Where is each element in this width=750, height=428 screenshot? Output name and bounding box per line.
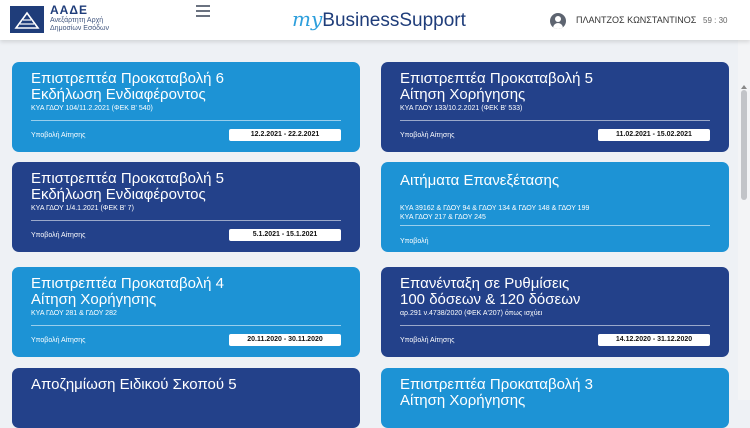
card-law: ΚΥΑ ΓΔΟΥ 281 & ΓΔΟΥ 282 <box>31 310 117 317</box>
card-epistreptea-6-interest[interactable]: Επιστρεπτέα Προκαταβολή 6 Εκδήλωση Ενδια… <box>12 62 360 152</box>
card-title-line1: Επανένταξη σε Ρυθμίσεις <box>400 275 570 292</box>
aade-logo-icon[interactable] <box>10 6 44 33</box>
card-special-purpose-compensation-5[interactable]: Αποζημίωση Ειδικού Σκοπού 5 <box>12 368 360 428</box>
card-title: Επιστρεπτέα Προκαταβολή 5 Αίτηση Χορήγησ… <box>400 71 593 103</box>
card-title-line2: 100 δόσεων & 120 δόσεων <box>400 291 581 308</box>
app-brand: myBusinessSupport <box>292 7 466 32</box>
card-title: Επανένταξη σε Ρυθμίσεις 100 δόσεων & 120… <box>400 276 580 308</box>
submit-application-link[interactable]: Υποβολή Αίτησης <box>400 132 455 139</box>
submit-application-link[interactable]: Υποβολή Αίτησης <box>31 132 86 139</box>
card-title-line1: Αποζημίωση Ειδικού Σκοπού 5 <box>31 376 237 393</box>
card-law-line1: ΚΥΑ 39162 & ΓΔΟΥ 94 & ΓΔΟΥ 134 & ΓΔΟΥ 14… <box>400 205 590 212</box>
date-range-badge: 20.11.2020 - 30.11.2020 <box>229 334 341 346</box>
card-title-line1: Επιστρεπτέα Προκαταβολή 5 <box>400 70 594 87</box>
card-law-line2: ΚΥΑ ΓΔΟΥ 217 & ΓΔΟΥ 245 <box>400 214 486 221</box>
card-law: αρ.291 ν.4738/2020 (ΦΕΚ Α'207) όπως ισχύ… <box>400 310 543 317</box>
card-title-line2: Αίτηση Χορήγησης <box>31 291 157 308</box>
submit-link[interactable]: Υποβολή <box>400 238 428 245</box>
submit-application-link[interactable]: Υποβολή Αίτησης <box>31 232 86 239</box>
card-divider <box>31 120 341 121</box>
logo-subtitle-line2: Δημοσίων Εσόδων <box>50 25 110 32</box>
card-divider <box>400 325 710 326</box>
card-law: ΚΥΑ ΓΔΟΥ 104/11.2.2021 (ΦΕΚ Β' 540) <box>31 105 153 112</box>
scrollbar-thumb[interactable] <box>741 90 747 200</box>
date-range-badge: 11.02.2021 - 15.02.2021 <box>598 129 710 141</box>
card-title: Επιστρεπτέα Προκαταβολή 3 Αίτηση Χορήγησ… <box>400 377 593 409</box>
card-reinstatement-installments[interactable]: Επανένταξη σε Ρυθμίσεις 100 δόσεων & 120… <box>381 267 729 357</box>
card-title-line1: Επιστρεπτέα Προκαταβολή 3 <box>400 376 594 393</box>
submit-application-link[interactable]: Υποβολή Αίτησης <box>31 337 86 344</box>
brand-name: BusinessSupport <box>322 10 466 31</box>
card-title: Αιτήματα Επανεξέτασης <box>400 173 559 189</box>
session-timer: 59 : 30 <box>703 16 728 25</box>
submit-application-link[interactable]: Υποβολή Αίτησης <box>400 337 455 344</box>
card-epistreptea-5-grant[interactable]: Επιστρεπτέα Προκαταβολή 5 Αίτηση Χορήγησ… <box>381 62 729 152</box>
top-header: ΑΑΔΕ Ανεξάρτητη Αρχή Δημοσίων Εσόδων myB… <box>0 0 750 40</box>
card-title-line1: Αιτήματα Επανεξέτασης <box>400 172 560 189</box>
card-title-line1: Επιστρεπτέα Προκαταβολή 5 <box>31 170 225 187</box>
card-title: Επιστρεπτέα Προκαταβολή 6 Εκδήλωση Ενδια… <box>31 71 224 103</box>
card-title-line2: Αίτηση Χορήγησης <box>400 86 526 103</box>
scroll-up-arrow-icon[interactable] <box>741 85 747 89</box>
hamburger-menu-icon[interactable] <box>196 5 210 17</box>
brand-my: my <box>292 7 323 31</box>
date-range-badge: 14.12.2020 - 31.12.2020 <box>598 334 710 346</box>
card-divider <box>31 325 341 326</box>
card-divider <box>31 220 341 221</box>
user-avatar-icon[interactable] <box>550 13 566 29</box>
date-range-badge: 12.2.2021 - 22.2.2021 <box>229 129 341 141</box>
user-name[interactable]: ΠΛΑΝΤΖΟΣ ΚΩΝΣΤΑΝΤΙΝΟΣ <box>576 15 696 25</box>
card-title-line2: Εκδήλωση Ενδιαφέροντος <box>31 86 206 103</box>
card-epistreptea-5-interest[interactable]: Επιστρεπτέα Προκαταβολή 5 Εκδήλωση Ενδια… <box>12 162 360 252</box>
date-range-badge: 5.1.2021 - 15.1.2021 <box>229 229 341 241</box>
card-law: ΚΥΑ ΓΔΟΥ 133/10.2.2021 (ΦΕΚ Β' 533) <box>400 105 523 112</box>
card-title-line1: Επιστρεπτέα Προκαταβολή 4 <box>31 275 225 292</box>
logo-abbreviation: ΑΑΔΕ <box>50 3 88 17</box>
card-title-line2: Αίτηση Χορήγησης <box>400 392 526 409</box>
card-epistreptea-4-grant[interactable]: Επιστρεπτέα Προκαταβολή 4 Αίτηση Χορήγησ… <box>12 267 360 357</box>
card-divider <box>400 225 710 226</box>
card-title-line2: Εκδήλωση Ενδιαφέροντος <box>31 186 206 203</box>
card-title: Αποζημίωση Ειδικού Σκοπού 5 <box>31 377 237 393</box>
card-divider <box>400 120 710 121</box>
logo-subtitle-line1: Ανεξάρτητη Αρχή <box>50 17 104 24</box>
page-scrollbar[interactable] <box>738 40 750 400</box>
aade-logo-text: ΑΑΔΕ Ανεξάρτητη Αρχή Δημοσίων Εσόδων <box>50 3 109 33</box>
card-title: Επιστρεπτέα Προκαταβολή 5 Εκδήλωση Ενδια… <box>31 171 224 203</box>
card-title: Επιστρεπτέα Προκαταβολή 4 Αίτηση Χορήγησ… <box>31 276 224 308</box>
card-epistreptea-3-grant[interactable]: Επιστρεπτέα Προκαταβολή 3 Αίτηση Χορήγησ… <box>381 368 729 428</box>
card-law: ΚΥΑ ΓΔΟΥ 1/4.1.2021 (ΦΕΚ Β' 7) <box>31 205 134 212</box>
card-title-line1: Επιστρεπτέα Προκαταβολή 6 <box>31 70 225 87</box>
card-review-requests[interactable]: Αιτήματα Επανεξέτασης ΚΥΑ 39162 & ΓΔΟΥ 9… <box>381 162 729 252</box>
